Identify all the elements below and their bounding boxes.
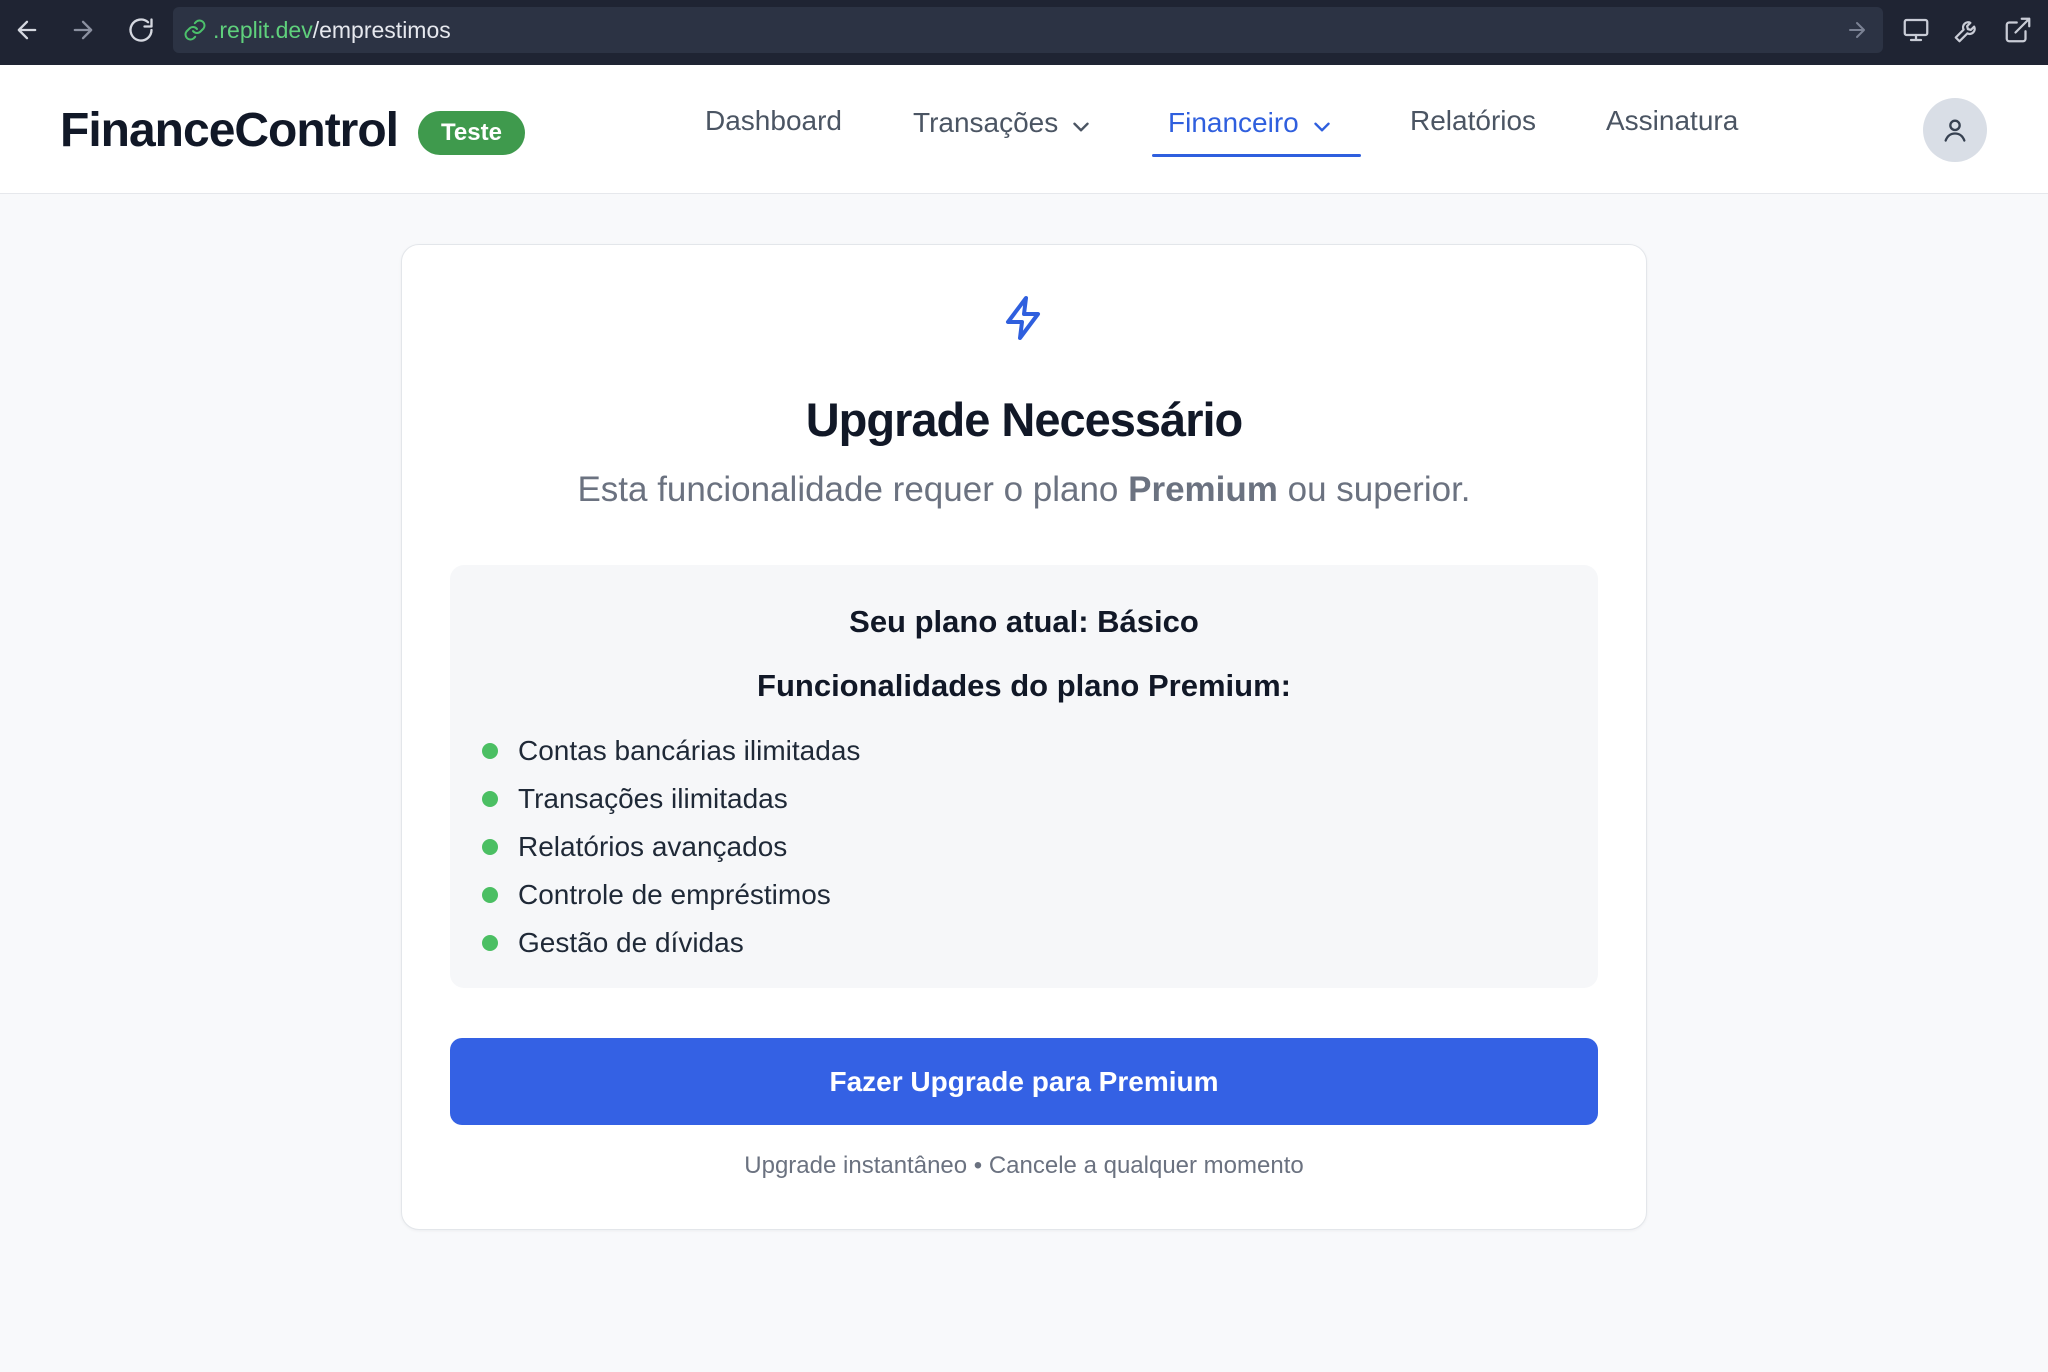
upgrade-premium-button[interactable]: Fazer Upgrade para Premium <box>450 1038 1598 1125</box>
external-link-icon[interactable] <box>1998 10 2038 50</box>
user-icon <box>1944 119 1966 142</box>
plan-badge: Teste <box>418 111 525 155</box>
features-heading: Funcionalidades do plano Premium: <box>757 668 1291 703</box>
check-dot-icon <box>482 935 498 951</box>
brand-logo[interactable]: FinanceControl <box>60 103 399 158</box>
user-avatar[interactable] <box>1923 98 1987 162</box>
feature-label: Transações ilimitadas <box>518 783 788 814</box>
subtitle-prefix: Esta funcionalidade requer o plano <box>577 470 1129 509</box>
nav-relatorios[interactable]: Relatórios <box>1410 105 1536 161</box>
list-item: Transações ilimitadas <box>482 775 860 823</box>
upgrade-subtitle: Esta funcionalidade requer o plano Premi… <box>0 470 2048 510</box>
current-plan-label: Seu plano atual: Básico <box>849 604 1199 639</box>
nav-label: Dashboard <box>705 105 842 136</box>
nav-label: Financeiro <box>1168 107 1299 138</box>
link-icon <box>184 19 206 41</box>
check-dot-icon <box>482 839 498 855</box>
feature-list: Contas bancárias ilimitadas Transações i… <box>482 727 860 967</box>
feature-label: Gestão de dívidas <box>518 927 744 958</box>
check-dot-icon <box>482 887 498 903</box>
url-path: /emprestimos <box>312 16 451 43</box>
reload-icon[interactable] <box>114 3 168 57</box>
go-arrow-icon[interactable] <box>1845 18 1869 42</box>
address-bar[interactable]: .replit.dev/emprestimos <box>173 7 1883 53</box>
upgrade-footnote: Upgrade instantâneo • Cancele a qualquer… <box>744 1152 1304 1179</box>
subtitle-suffix: ou superior. <box>1277 470 1471 509</box>
nav-transacoes[interactable]: Transações <box>913 107 1094 163</box>
zap-icon <box>1006 296 1040 340</box>
nav-label: Transações <box>913 107 1059 138</box>
list-item: Controle de empréstimos <box>482 871 860 919</box>
check-dot-icon <box>482 791 498 807</box>
forward-icon[interactable] <box>56 3 110 57</box>
nav-dashboard[interactable]: Dashboard <box>705 105 842 161</box>
chevron-down-icon <box>1073 122 1089 132</box>
wrench-icon[interactable] <box>1947 10 1987 50</box>
check-dot-icon <box>482 743 498 759</box>
monitor-icon[interactable] <box>1896 10 1936 50</box>
back-icon[interactable] <box>0 3 54 57</box>
upgrade-title: Upgrade Necessário <box>805 393 1244 446</box>
list-item: Gestão de dívidas <box>482 919 860 967</box>
url-domain: .replit.dev <box>213 16 313 43</box>
active-nav-indicator <box>1152 154 1361 157</box>
feature-label: Contas bancárias ilimitadas <box>518 735 861 766</box>
list-item: Relatórios avançados <box>482 823 860 871</box>
list-item: Contas bancárias ilimitadas <box>482 727 860 775</box>
nav-label: Assinatura <box>1606 105 1739 136</box>
subtitle-plan: Premium <box>1128 470 1278 509</box>
nav-label: Relatórios <box>1410 105 1537 136</box>
chevron-down-icon <box>1314 122 1330 132</box>
feature-label: Relatórios avançados <box>518 831 788 862</box>
feature-label: Controle de empréstimos <box>518 879 831 910</box>
browser-toolbar: .replit.dev/emprestimos <box>0 0 2048 65</box>
nav-assinatura[interactable]: Assinatura <box>1606 105 1738 161</box>
